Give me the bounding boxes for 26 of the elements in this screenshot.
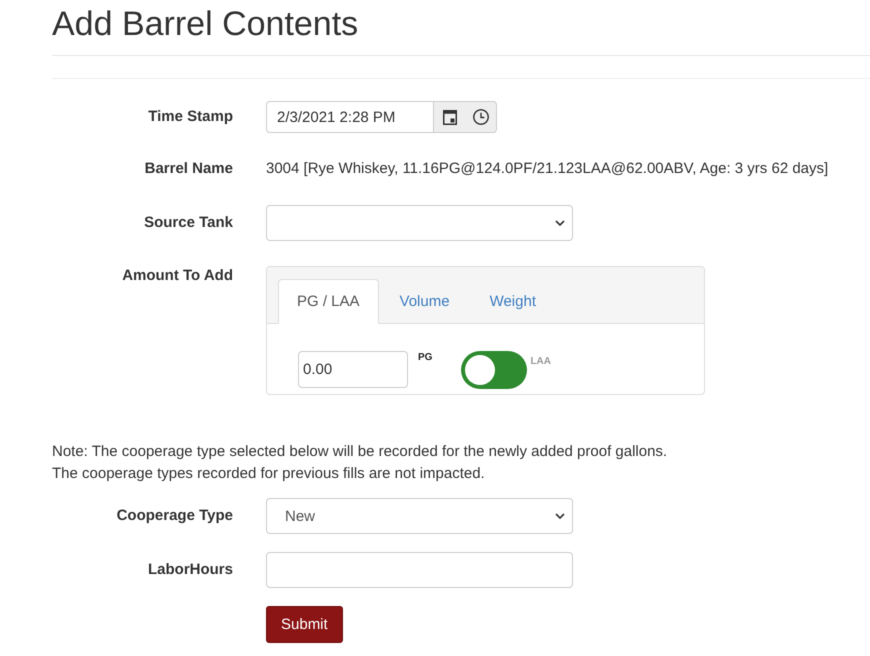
barrel-name-text: 3004 [Rye Whiskey, 11.16PG@124.0PF/21.123LAA@62.00ABV, Age: 3 yrs 62 days] xyxy=(266,159,828,179)
tab[interactable]: Weight xyxy=(470,279,555,324)
note-text: Note: The cooperage type selected below will be recorded for the newly added proof gallons. xyxy=(52,442,668,462)
toggle-label: PG xyxy=(418,352,432,364)
amount-input[interactable]: 0.00 xyxy=(298,351,408,388)
field-label: Time Stamp xyxy=(148,107,233,127)
field-label: Cooperage Type xyxy=(116,506,233,526)
chevron-down-icon xyxy=(555,220,565,226)
note-text: The cooperage types recorded for previous fills are not impacted. xyxy=(52,464,486,484)
field-label: Barrel Name xyxy=(144,159,233,179)
toggle-switch[interactable] xyxy=(461,351,528,389)
select-field[interactable]: New xyxy=(266,498,573,534)
toggle-label: LAA xyxy=(530,356,552,368)
submit-button[interactable]: Submit xyxy=(266,606,343,643)
field-label: Source Tank xyxy=(144,213,233,233)
tab[interactable]: Volume xyxy=(380,279,469,324)
page-title: Add Barrel Contents xyxy=(52,5,358,43)
select-field[interactable] xyxy=(266,205,573,241)
field-label: LaborHours xyxy=(148,560,233,580)
calendar-icon[interactable] xyxy=(443,110,457,124)
clock-icon[interactable] xyxy=(473,109,489,125)
chevron-down-icon xyxy=(555,513,565,519)
tab[interactable]: PG / LAA xyxy=(278,279,379,324)
text-input[interactable] xyxy=(266,552,573,588)
field-label: Amount To Add xyxy=(122,266,233,286)
date-time-input[interactable]: 2/3/2021 2:28 PM xyxy=(266,101,433,133)
